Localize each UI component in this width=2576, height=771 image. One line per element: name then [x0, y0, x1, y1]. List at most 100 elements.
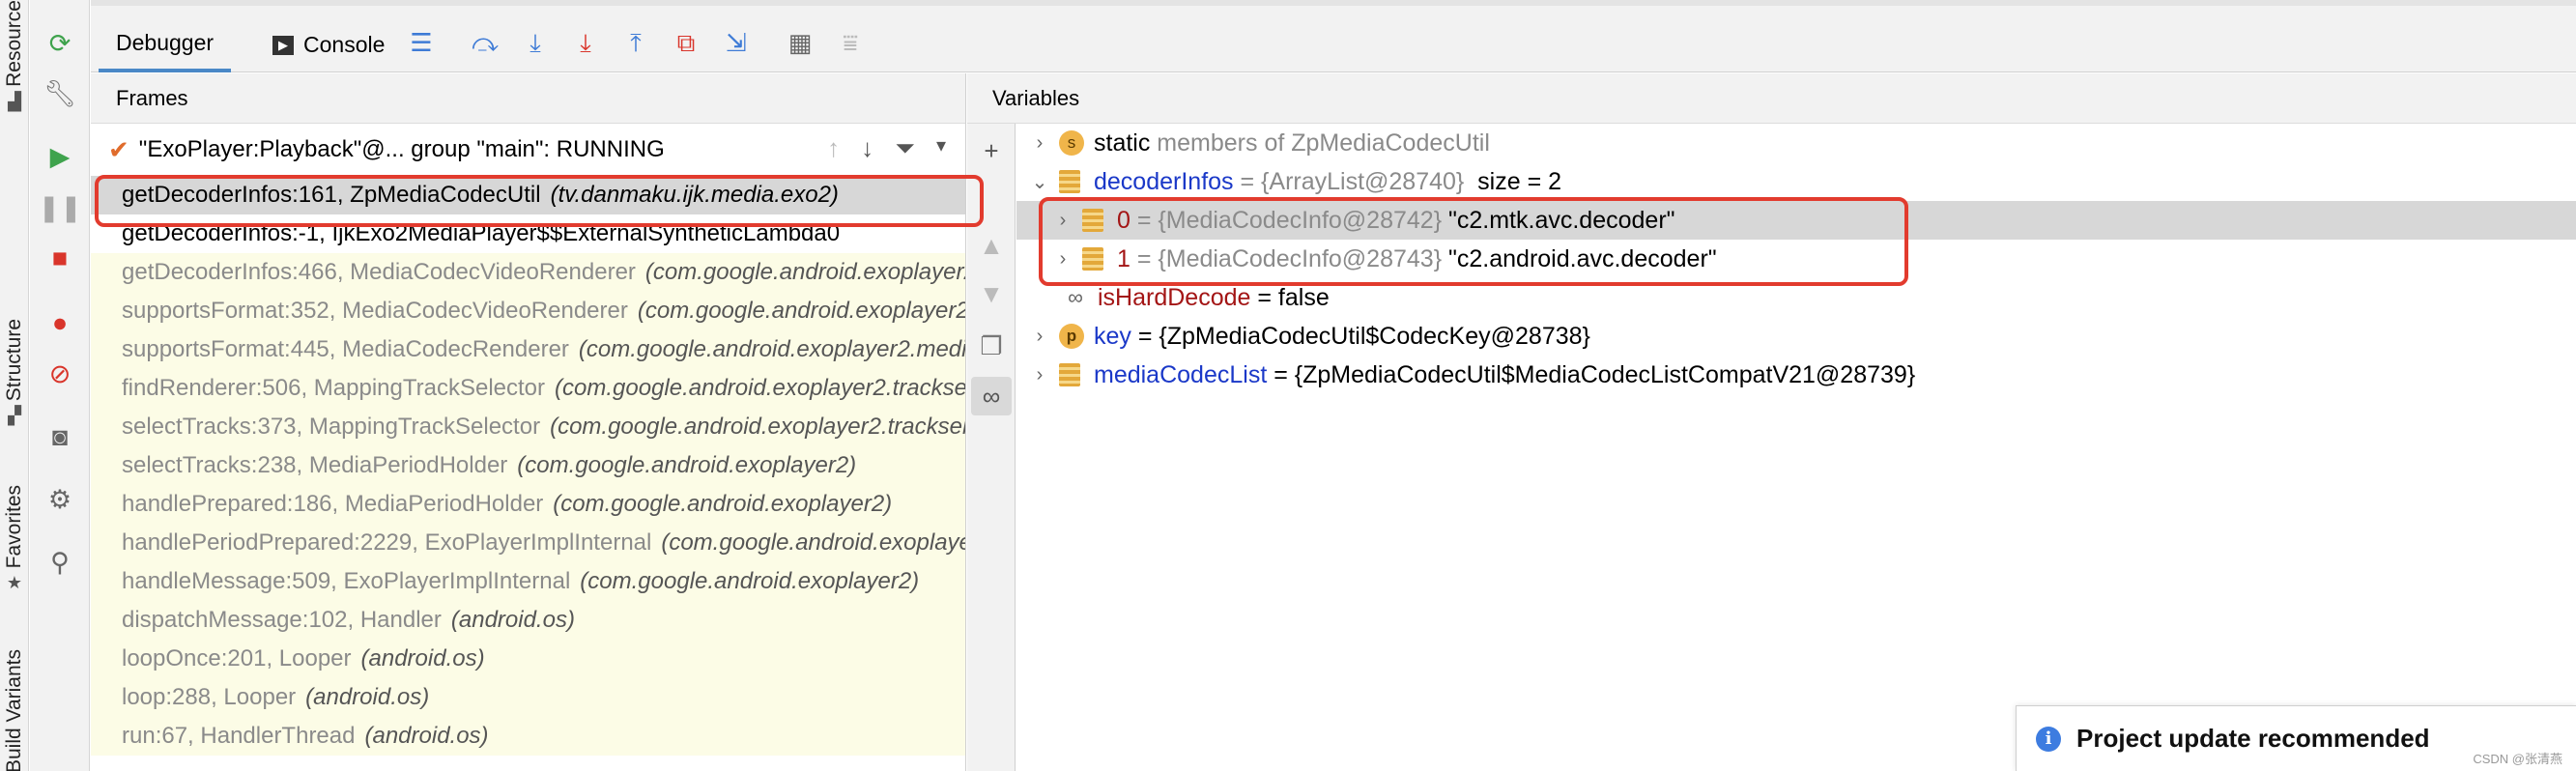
- frame-method: getDecoderInfos:-1, IjkExo2MediaPlayer$$…: [122, 220, 841, 246]
- frame-method: run:67, HandlerThread: [122, 723, 356, 749]
- frame-method: supportsFormat:352, MediaCodecVideoRende…: [122, 298, 628, 324]
- frame-item[interactable]: selectTracks:238, MediaPeriodHolder (com.…: [91, 446, 965, 485]
- menu-icon[interactable]: ☰: [406, 27, 437, 58]
- variable-type: = {MediaCodecInfo@28742}: [1130, 206, 1443, 234]
- variable-name: mediaCodecList: [1094, 360, 1268, 388]
- variable-value: "c2.mtk.avc.decoder": [1442, 206, 1675, 234]
- variable-row[interactable]: › p key = {ZpMediaCodecUtil$CodecKey@28738…: [1016, 317, 2576, 356]
- variable-row[interactable]: › mediaCodecList = {ZpMediaCodecUtil$Medi…: [1016, 356, 2576, 394]
- frame-item[interactable]: getDecoderInfos:161, ZpMediaCodecUtil (tv…: [91, 176, 965, 214]
- frame-package: (com.google.android.exoplayer2): [580, 568, 920, 594]
- trace-icon[interactable]: ⩸: [835, 27, 866, 58]
- thread-selector[interactable]: ✔ "ExoPlayer:Playback"@... group "main":…: [91, 124, 965, 176]
- tab-console[interactable]: ▶ Console: [263, 17, 394, 72]
- chevron-down-icon[interactable]: ▾: [936, 133, 946, 164]
- frame-package: (android.os): [360, 645, 485, 671]
- camera-icon[interactable]: ◙: [43, 420, 76, 453]
- frame-item[interactable]: getDecoderInfos:466, MediaCodecVideoRend…: [91, 253, 965, 292]
- chevron-right-icon[interactable]: ›: [1051, 210, 1074, 232]
- variable-value: = {ZpMediaCodecUtil$CodecKey@28738}: [1131, 322, 1590, 350]
- pause-icon[interactable]: ❚❚: [38, 191, 81, 224]
- frame-item[interactable]: supportsFormat:445, MediaCodecRenderer (c…: [91, 330, 965, 369]
- chevron-right-icon[interactable]: ›: [1051, 248, 1074, 271]
- frame-package: (com.google.android.exoplayer2): [517, 452, 857, 478]
- structure-label: Structure: [3, 319, 25, 402]
- frame-item[interactable]: handlePeriodPrepared:2229, ExoPlayerImpl…: [91, 524, 965, 562]
- frame-item[interactable]: handleMessage:509, ExoPlayerImplInternal…: [91, 562, 965, 601]
- field-icon: [1059, 170, 1080, 193]
- chevron-right-icon[interactable]: ›: [1028, 364, 1051, 386]
- frame-item[interactable]: dispatchMessage:102, Handler (android.os): [91, 601, 965, 640]
- build-variants-tab[interactable]: Build Variants: [2, 649, 27, 771]
- notification-text: Project update recommended: [2076, 724, 2430, 753]
- stop-icon[interactable]: ■: [43, 242, 76, 274]
- frame-item[interactable]: getDecoderInfos:-1, IjkExo2MediaPlayer$$…: [91, 214, 965, 253]
- favorites-tab[interactable]: Favorites ★: [2, 485, 27, 591]
- down-arrow-icon[interactable]: ↓: [861, 133, 873, 164]
- frame-package: (android.os): [305, 684, 430, 710]
- rerun-icon[interactable]: ⟳: [43, 27, 76, 60]
- variable-name: 1: [1117, 244, 1131, 272]
- frame-item[interactable]: loopOnce:201, Looper (android.os): [91, 640, 965, 678]
- watch-icon: ∞: [1068, 285, 1083, 309]
- step-into-icon[interactable]: ⤓: [520, 27, 551, 58]
- structure-tab[interactable]: Structure ▞: [2, 319, 27, 424]
- filter-icon[interactable]: ⏷: [895, 133, 915, 164]
- frame-method: dispatchMessage:102, Handler: [122, 607, 442, 633]
- chevron-right-icon[interactable]: ›: [1028, 132, 1051, 155]
- resource-manager-tab[interactable]: Resource ▟: [2, 0, 27, 110]
- resource-manager-label: Resource: [3, 0, 25, 87]
- frame-item[interactable]: supportsFormat:352, MediaCodecVideoRende…: [91, 292, 965, 330]
- variable-value: = false: [1250, 283, 1330, 311]
- settings-gear-icon[interactable]: ⚙: [43, 483, 76, 516]
- property-icon: p: [1059, 324, 1084, 349]
- field-icon: [1082, 209, 1103, 232]
- pin-icon[interactable]: ⚲: [43, 546, 76, 579]
- up-arrow-icon[interactable]: ↑: [827, 133, 840, 164]
- step-out-icon[interactable]: ⤒: [620, 27, 651, 58]
- watermark: CSDN @张清燕: [2473, 752, 2562, 766]
- field-icon: [1082, 247, 1103, 271]
- resume-icon[interactable]: ▶: [43, 140, 76, 173]
- frame-package: (android.os): [450, 607, 575, 633]
- debugger-toolbar: Debugger ▶ Console ☰ ⤼ ⤓ ⤓ ⤒ ⧉ ⇲ ▦ ⩸: [91, 0, 2576, 72]
- step-over-icon[interactable]: ⤼: [470, 27, 501, 58]
- variable-row[interactable]: › 0 = {MediaCodecInfo@28742} "c2.mtk.avc.…: [1016, 201, 2576, 240]
- mute-breakpoints-icon[interactable]: ⊘: [43, 357, 76, 390]
- force-step-into-icon[interactable]: ⤓: [570, 27, 601, 58]
- chevron-right-icon[interactable]: ›: [1028, 326, 1051, 348]
- variable-row[interactable]: › 1 = {MediaCodecInfo@28743} "c2.android.…: [1016, 240, 2576, 278]
- frame-method: selectTracks:373, MappingTrackSelector: [122, 414, 541, 440]
- frame-package: (android.os): [364, 723, 489, 749]
- variables-panel: Variables › s static members of ZpMediaCod…: [967, 73, 2576, 771]
- frame-item[interactable]: run:67, HandlerThread (android.os): [91, 717, 965, 756]
- thread-label: "ExoPlayer:Playback"@... group "main": R…: [138, 136, 665, 162]
- chevron-down-icon[interactable]: ⌄: [1028, 170, 1051, 194]
- variable-row[interactable]: ⌄ decoderInfos = {ArrayList@28740} size =…: [1016, 162, 2576, 201]
- frame-package: (com.google.android.exoplayer2.video): [644, 259, 965, 285]
- thread-controls: ↑ ↓ ⏷ ▾: [827, 133, 946, 164]
- frame-item[interactable]: selectTracks:373, MappingTrackSelector (c…: [91, 408, 965, 446]
- variable-type: = {ArrayList@28740}: [1233, 167, 1465, 195]
- tab-console-label: Console: [303, 32, 386, 57]
- variable-row[interactable]: ∞ isHardDecode = false: [1016, 278, 2576, 317]
- left-tool-strip: Resource ▟ Structure ▞ Favorites ★ Build…: [0, 0, 29, 771]
- tab-debugger-label: Debugger: [116, 30, 215, 55]
- frame-item[interactable]: handlePrepared:186, MediaPeriodHolder (co…: [91, 485, 965, 524]
- frame-item[interactable]: findRenderer:506, MappingTrackSelector (c…: [91, 369, 965, 408]
- frame-package: (com.google.android.exoplayer2.tracksele…: [555, 375, 965, 401]
- frames-title: Frames: [116, 85, 188, 110]
- variable-name: 0: [1117, 206, 1131, 234]
- settings-icon[interactable]: 🔧︎: [43, 77, 76, 110]
- variable-value: size = 2: [1464, 167, 1562, 195]
- variable-type: = {MediaCodecInfo@28743}: [1130, 244, 1443, 272]
- evaluate-icon[interactable]: ▦: [785, 27, 816, 58]
- favorites-label: Favorites: [3, 485, 25, 569]
- frame-item[interactable]: loop:288, Looper (android.os): [91, 678, 965, 717]
- variable-row[interactable]: › s static members of ZpMediaCodecUtil: [1016, 124, 2576, 162]
- view-breakpoints-icon[interactable]: ●: [43, 306, 76, 339]
- drop-frame-icon[interactable]: ⧉: [671, 27, 701, 58]
- run-to-cursor-icon[interactable]: ⇲: [721, 27, 752, 58]
- frame-package: (com.google.android.exoplayer2.video): [637, 298, 965, 324]
- tab-debugger[interactable]: Debugger: [99, 17, 232, 72]
